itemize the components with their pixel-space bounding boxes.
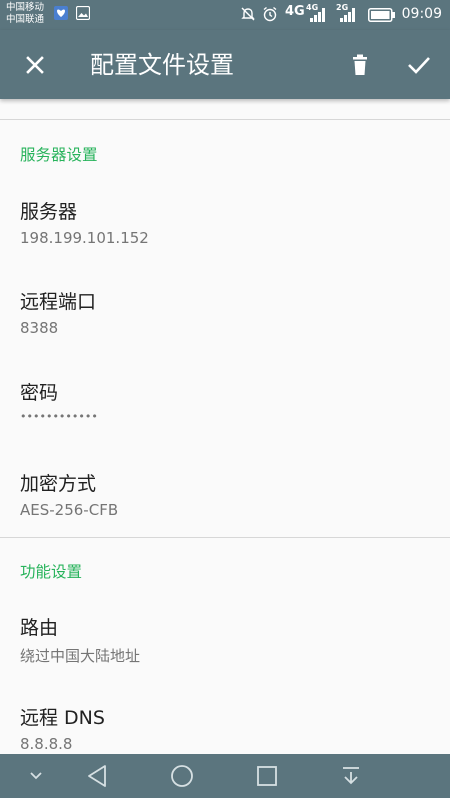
recents-square-icon [257, 766, 277, 786]
section-header-features: 功能设置 [20, 563, 83, 581]
pref-title: 加密方式 [20, 473, 97, 495]
pref-title: 远程端口 [20, 291, 97, 313]
pref-remote-port[interactable]: 远程端口 8388 [0, 275, 450, 361]
trash-icon [353, 54, 367, 75]
pref-summary: 198.199.101.152 [20, 229, 149, 247]
pref-title: 服务器 [20, 201, 78, 223]
status-bar: 中国移动 中国联通 4G 4G 2G 09:09 [0, 0, 450, 30]
app-notification-icon [54, 6, 68, 20]
page-title: 配置文件设置 [90, 51, 234, 79]
alarm-icon [263, 6, 277, 22]
carrier-1: 中国移动 [6, 2, 45, 13]
navigation-bar [0, 754, 450, 798]
notification-shade-button[interactable] [336, 754, 366, 798]
home-button[interactable] [166, 754, 198, 798]
delete-button[interactable] [341, 46, 379, 84]
recents-button[interactable] [252, 754, 282, 798]
pref-summary: AES-256-CFB [20, 501, 119, 519]
back-button[interactable] [82, 754, 112, 798]
home-circle-icon [171, 765, 193, 787]
battery-icon [368, 8, 395, 22]
pref-server[interactable]: 服务器 198.199.101.152 [0, 185, 450, 271]
divider [0, 119, 450, 120]
carrier-2: 中国联通 [6, 14, 45, 25]
pull-down-icon [343, 767, 359, 785]
pref-encryption[interactable]: 加密方式 AES-256-CFB [0, 457, 450, 543]
close-button[interactable] [16, 46, 54, 84]
pref-summary: •••••••••••• [20, 410, 98, 423]
image-notification-icon [76, 6, 90, 20]
hide-navbar-button[interactable] [22, 754, 50, 798]
pref-title: 路由 [20, 617, 59, 639]
signal-icon [310, 8, 325, 22]
section-header-server: 服务器设置 [20, 146, 98, 164]
pref-route[interactable]: 路由 绕过中国大陆地址 [0, 601, 450, 687]
network-type-1: 4G [285, 4, 305, 19]
chevron-down-icon [30, 772, 42, 780]
pref-summary: 绕过中国大陆地址 [20, 647, 141, 665]
mute-icon [241, 7, 255, 21]
app-bar: 配置文件设置 [0, 30, 450, 99]
pref-title: 远程 DNS [20, 707, 105, 729]
signal-icon-2 [340, 8, 355, 22]
check-icon [408, 57, 430, 74]
pref-summary: 8388 [20, 319, 59, 337]
back-triangle-icon [88, 765, 106, 787]
pref-password[interactable]: 密码 •••••••••••• [0, 366, 450, 452]
divider [0, 537, 450, 538]
carrier-info: 中国移动 中国联通 [6, 2, 44, 26]
status-time: 09:09 [401, 6, 442, 22]
confirm-button[interactable] [400, 46, 438, 84]
pref-title: 密码 [20, 382, 59, 404]
close-icon [26, 56, 44, 74]
pref-summary: 8.8.8.8 [20, 735, 73, 753]
